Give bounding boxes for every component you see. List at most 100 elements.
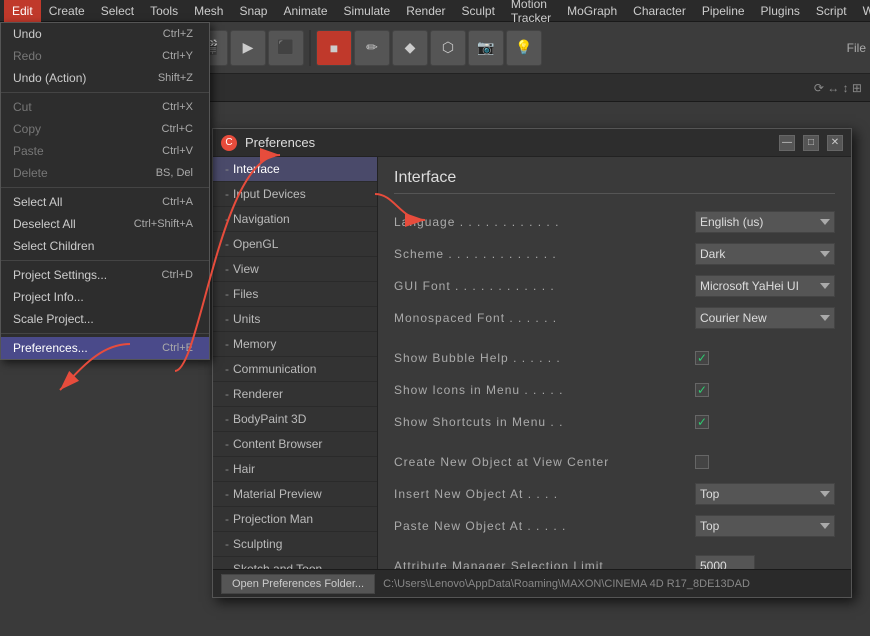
preferences-item[interactable]: Preferences... Ctrl+E <box>1 337 209 359</box>
menu-create[interactable]: Create <box>41 0 93 22</box>
paste-item[interactable]: Paste Ctrl+V <box>1 140 209 162</box>
gap-3 <box>394 546 835 554</box>
menu-animate[interactable]: Animate <box>275 0 335 22</box>
divider-4 <box>1 333 209 334</box>
pref-nav-view[interactable]: View <box>213 257 377 282</box>
scheme-select[interactable]: Dark <box>695 243 835 265</box>
menu-edit[interactable]: Edit <box>4 0 41 22</box>
copy-item[interactable]: Copy Ctrl+C <box>1 118 209 140</box>
pref-nav-units[interactable]: Units <box>213 307 377 332</box>
insert-obj-select[interactable]: Top <box>695 483 835 505</box>
pref-titlebar: C Preferences — □ ✕ <box>213 129 851 157</box>
shortcuts-menu-checkbox[interactable]: ✓ <box>695 415 709 429</box>
pref-nav-material-preview[interactable]: Material Preview <box>213 482 377 507</box>
menu-snap[interactable]: Snap <box>231 0 275 22</box>
pref-nav-sculpting[interactable]: Sculpting <box>213 532 377 557</box>
pref-nav-hair[interactable]: Hair <box>213 457 377 482</box>
pref-folder-path: C:\Users\Lenovo\AppData\Roaming\MAXON\CI… <box>383 578 843 590</box>
insert-obj-row: Insert New Object At . . . . Top <box>394 482 835 506</box>
pref-minimize-btn[interactable]: — <box>779 135 795 151</box>
project-info-item[interactable]: Project Info... <box>1 286 209 308</box>
gui-font-control: Microsoft YaHei UI <box>695 275 835 297</box>
icons-menu-label: Show Icons in Menu . . . . . <box>394 383 695 397</box>
language-control: English (us) <box>695 211 835 233</box>
light-btn[interactable]: 💡 <box>506 30 542 66</box>
attr-limit-row: Attribute Manager Selection Limit <box>394 554 835 569</box>
attr-limit-input[interactable] <box>695 555 755 569</box>
menu-mesh[interactable]: Mesh <box>186 0 231 22</box>
file-label: File <box>847 41 866 55</box>
scheme-label: Scheme . . . . . . . . . . . . . <box>394 247 695 261</box>
pref-nav-navigation[interactable]: Navigation <box>213 207 377 232</box>
pref-nav-projection-man[interactable]: Projection Man <box>213 507 377 532</box>
mono-font-label: Monospaced Font . . . . . . <box>394 311 695 325</box>
new-obj-center-checkbox[interactable]: ✓ <box>695 455 709 469</box>
play-btn[interactable]: ▶ <box>230 30 266 66</box>
pref-nav-communication[interactable]: Communication <box>213 357 377 382</box>
delete-item[interactable]: Delete BS, Del <box>1 162 209 184</box>
pref-nav-sketch-and-toon[interactable]: Sketch and Toon <box>213 557 377 569</box>
menu-select[interactable]: Select <box>93 0 142 22</box>
menu-motion-tracker[interactable]: Motion Tracker <box>503 0 559 22</box>
paste-obj-select[interactable]: Top <box>695 515 835 537</box>
menu-script[interactable]: Script <box>808 0 855 22</box>
camera-btn[interactable]: 📷 <box>468 30 504 66</box>
pref-nav-input-devices[interactable]: Input Devices <box>213 182 377 207</box>
menu-mograph[interactable]: MoGraph <box>559 0 625 22</box>
pref-maximize-btn[interactable]: □ <box>803 135 819 151</box>
pref-nav-memory[interactable]: Memory <box>213 332 377 357</box>
view-controls: ⟳ ↔ ↕ ⊞ <box>814 81 862 95</box>
menu-win[interactable]: Win <box>855 0 870 22</box>
bubble-help-label: Show Bubble Help . . . . . . <box>394 351 695 365</box>
bubble-help-row: Show Bubble Help . . . . . . ✓ <box>394 346 835 370</box>
undo-item[interactable]: Undo Ctrl+Z <box>1 23 209 45</box>
redo-item[interactable]: Redo Ctrl+Y <box>1 45 209 67</box>
pref-title-text: Preferences <box>245 135 315 150</box>
menu-simulate[interactable]: Simulate <box>336 0 399 22</box>
pref-nav-files[interactable]: Files <box>213 282 377 307</box>
pref-nav-content-browser[interactable]: Content Browser <box>213 432 377 457</box>
select-children-item[interactable]: Select Children <box>1 235 209 257</box>
gap-2 <box>394 442 835 450</box>
menu-render[interactable]: Render <box>398 0 453 22</box>
open-prefs-folder-btn[interactable]: Open Preferences Folder... <box>221 574 375 594</box>
pref-close-btn[interactable]: ✕ <box>827 135 843 151</box>
gui-font-select[interactable]: Microsoft YaHei UI <box>695 275 835 297</box>
scale-project-item[interactable]: Scale Project... <box>1 308 209 330</box>
pen-btn[interactable]: ✏ <box>354 30 390 66</box>
pref-nav-interface[interactable]: Interface <box>213 157 377 182</box>
paste-obj-control: Top <box>695 515 835 537</box>
cut-item[interactable]: Cut Ctrl+X <box>1 96 209 118</box>
project-settings-item[interactable]: Project Settings... Ctrl+D <box>1 264 209 286</box>
insert-obj-label: Insert New Object At . . . . <box>394 487 695 501</box>
paste-obj-row: Paste New Object At . . . . . Top <box>394 514 835 538</box>
gem-btn[interactable]: ◆ <box>392 30 428 66</box>
language-select[interactable]: English (us) <box>695 211 835 233</box>
attr-limit-label: Attribute Manager Selection Limit <box>394 559 695 569</box>
gui-font-label: GUI Font . . . . . . . . . . . . <box>394 279 695 293</box>
pref-body: InterfaceInput DevicesNavigationOpenGLVi… <box>213 157 851 569</box>
mono-font-row: Monospaced Font . . . . . . Courier New <box>394 306 835 330</box>
menu-plugins[interactable]: Plugins <box>753 0 808 22</box>
pref-nav-opengl[interactable]: OpenGL <box>213 232 377 257</box>
render-btn[interactable]: ⬛ <box>268 30 304 66</box>
pref-title-area: C Preferences <box>221 135 315 151</box>
pref-nav-bodypaint-3d[interactable]: BodyPaint 3D <box>213 407 377 432</box>
menu-pipeline[interactable]: Pipeline <box>694 0 753 22</box>
pref-content-title: Interface <box>394 169 835 194</box>
bubble-help-checkbox[interactable]: ✓ <box>695 351 709 365</box>
shortcuts-menu-label: Show Shortcuts in Menu . . <box>394 415 695 429</box>
deselect-all-item[interactable]: Deselect All Ctrl+Shift+A <box>1 213 209 235</box>
menu-character[interactable]: Character <box>625 0 694 22</box>
shortcuts-menu-row: Show Shortcuts in Menu . . ✓ <box>394 410 835 434</box>
menu-sculpt[interactable]: Sculpt <box>454 0 503 22</box>
select-all-item[interactable]: Select All Ctrl+A <box>1 191 209 213</box>
cube-btn[interactable]: ■ <box>316 30 352 66</box>
material-btn[interactable]: ⬡ <box>430 30 466 66</box>
pref-nav-renderer[interactable]: Renderer <box>213 382 377 407</box>
undo-action-item[interactable]: Undo (Action) Shift+Z <box>1 67 209 89</box>
pref-content: Interface Language . . . . . . . . . . .… <box>378 157 851 569</box>
menu-tools[interactable]: Tools <box>142 0 186 22</box>
mono-font-select[interactable]: Courier New <box>695 307 835 329</box>
icons-menu-checkbox[interactable]: ✓ <box>695 383 709 397</box>
